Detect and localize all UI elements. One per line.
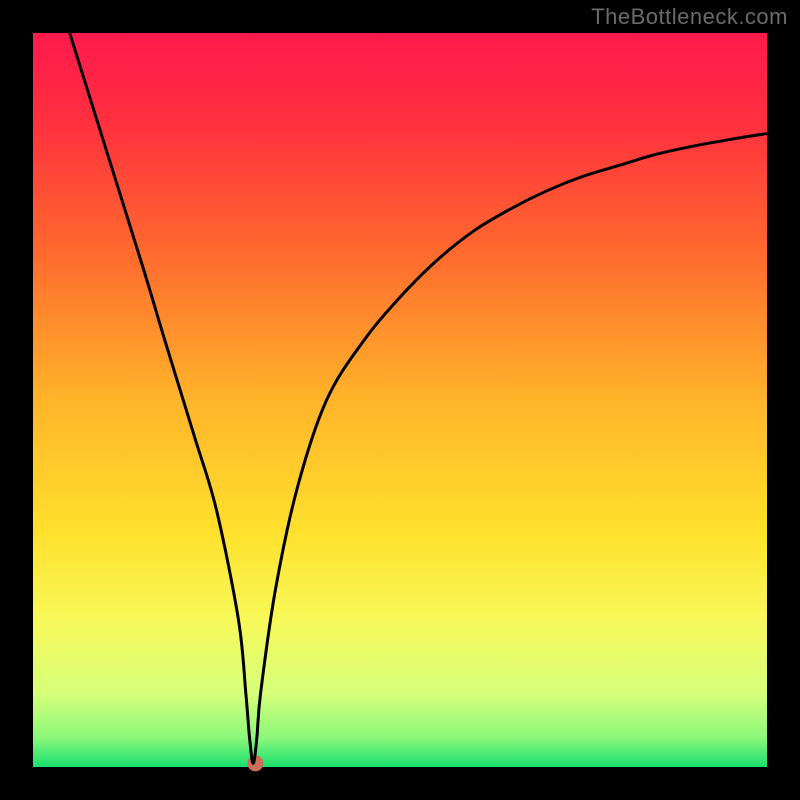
plot-background xyxy=(33,33,767,767)
watermark-text: TheBottleneck.com xyxy=(591,4,788,30)
chart-stage: TheBottleneck.com xyxy=(0,0,800,800)
chart-svg xyxy=(0,0,800,800)
